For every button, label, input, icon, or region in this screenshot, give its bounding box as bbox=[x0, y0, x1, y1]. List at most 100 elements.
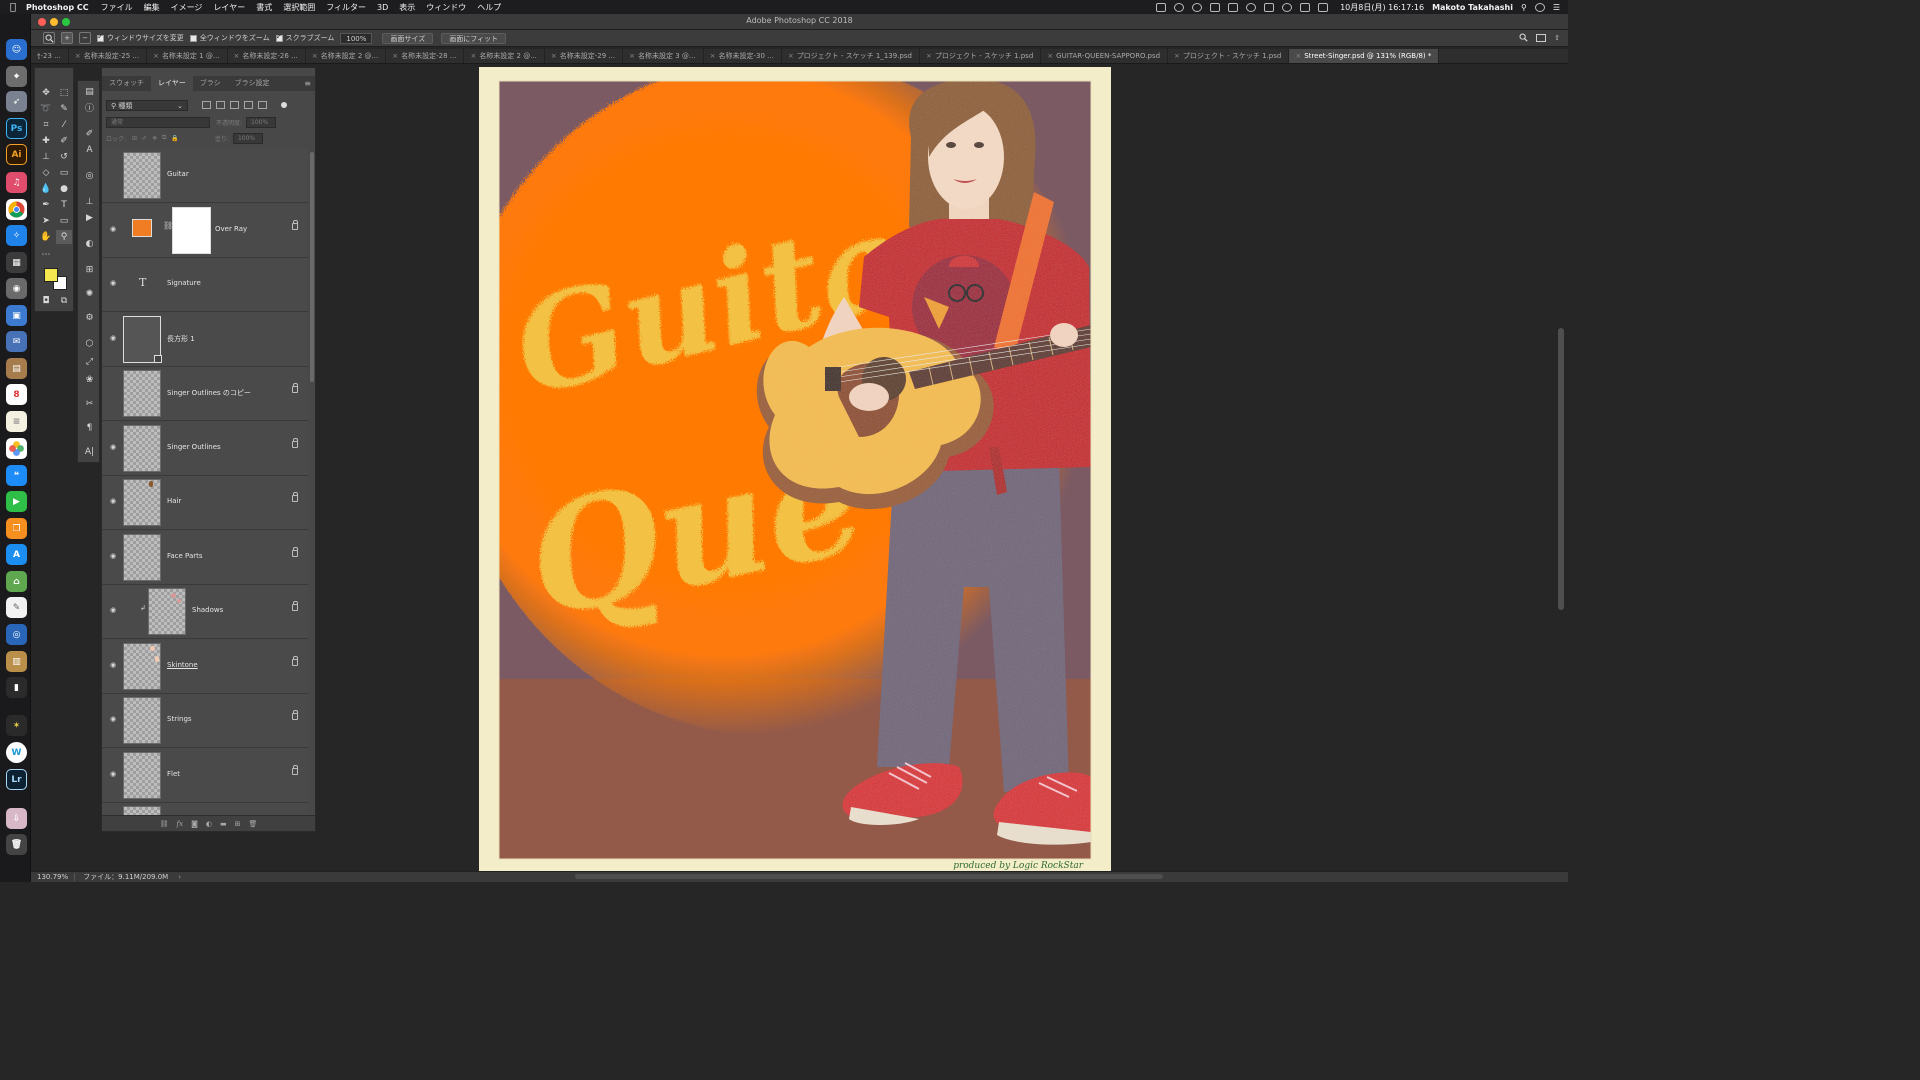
info-icon[interactable] bbox=[1192, 2, 1203, 12]
zoom-tool-icon[interactable]: ⚲ bbox=[56, 230, 72, 244]
layer-kind-select[interactable]: ⚲ 種類 ⌄ bbox=[106, 99, 188, 111]
document-tab[interactable]: × プロジェクト - スケッチ 1.psd bbox=[1168, 49, 1290, 63]
clone-source-icon[interactable]: ⊥ bbox=[83, 195, 96, 208]
bluetooth-icon[interactable] bbox=[1228, 2, 1239, 12]
eye-icon[interactable]: ◉ bbox=[108, 224, 118, 234]
adjustments-icon[interactable]: ◐ bbox=[83, 237, 96, 250]
resize-windows-option[interactable]: ウィンドウサイズを変更 bbox=[97, 32, 184, 43]
lock-artboard-icon[interactable]: ⧉ bbox=[162, 134, 166, 142]
finder-icon[interactable]: ☺ bbox=[6, 39, 27, 60]
layer-row-hair[interactable]: ◉ Hair bbox=[102, 476, 308, 530]
gradient-tool-icon[interactable]: ▭ bbox=[56, 166, 72, 180]
clone-stamp-tool-icon[interactable]: ⊥ bbox=[38, 150, 54, 164]
brightness-icon[interactable]: ✺ bbox=[83, 287, 96, 300]
eye-icon[interactable]: ◉ bbox=[108, 769, 118, 779]
layers-scrollbar[interactable] bbox=[310, 152, 314, 382]
channels-icon[interactable]: ⊞ bbox=[83, 263, 96, 276]
textedit-icon[interactable]: ✎ bbox=[6, 597, 27, 618]
document-tab[interactable]: × 名称未設定-26 ... bbox=[228, 49, 306, 63]
marquee-tool-icon[interactable]: ⬚ bbox=[56, 86, 72, 100]
trash-icon[interactable]: 🗑 bbox=[6, 834, 27, 855]
itunes-icon[interactable]: ♫ bbox=[6, 172, 27, 193]
maps-icon[interactable]: ⌂ bbox=[6, 571, 27, 592]
notes-icon[interactable]: ≡ bbox=[6, 411, 27, 432]
menu-image[interactable]: イメージ bbox=[171, 2, 203, 13]
styles-icon[interactable]: ❀ bbox=[83, 373, 96, 386]
document-tab[interactable]: × 名称未設定-29 ... bbox=[545, 49, 624, 63]
layer-row-rectangle-1[interactable]: ◉ 長方形 1 bbox=[102, 313, 308, 367]
layer-style-icon[interactable]: fx bbox=[177, 820, 184, 828]
zoom-value-field[interactable]: 100% bbox=[340, 32, 373, 44]
add-mask-icon[interactable]: ◙ bbox=[191, 820, 198, 828]
history-brush-tool-icon[interactable]: ↺ bbox=[56, 150, 72, 164]
siri-dock-icon[interactable]: ◎ bbox=[6, 624, 27, 645]
tab-swatches[interactable]: スウォッチ bbox=[102, 76, 151, 91]
final-cut-icon[interactable]: ▦ bbox=[6, 252, 27, 273]
messages-icon[interactable]: ❝ bbox=[6, 465, 27, 486]
fit-screen-button[interactable]: 画面サイズ bbox=[382, 32, 434, 44]
hand-tool-icon[interactable]: ✋ bbox=[38, 230, 54, 244]
layer-row-face-parts[interactable]: ◉ Face Parts bbox=[102, 531, 308, 585]
paragraph-icon[interactable]: ¶ bbox=[83, 421, 96, 434]
dodge-tool-icon[interactable]: ● bbox=[56, 182, 72, 196]
wunderlist-icon[interactable]: W bbox=[6, 742, 27, 763]
layer-row-singer-outlines[interactable]: ◉ Singer Outlines bbox=[102, 422, 308, 476]
menubar-clock[interactable]: 10月8日(月) 16:17:16 bbox=[1340, 2, 1424, 13]
document-tab[interactable]: × GUITAR-QUEEN-SAPPORO.psd bbox=[1041, 49, 1169, 63]
layer-row-strings[interactable]: ◉ Strings bbox=[102, 694, 308, 748]
layer-row-singer-outlines-copy[interactable]: Singer Outlines のコピー bbox=[102, 367, 308, 421]
zoom-in-icon[interactable]: + bbox=[61, 32, 73, 44]
canvas-horizontal-scrollbar[interactable] bbox=[575, 874, 1163, 879]
menu-filter[interactable]: フィルター bbox=[326, 2, 366, 13]
menu-view[interactable]: 表示 bbox=[399, 2, 415, 13]
eye-icon[interactable]: ◉ bbox=[108, 714, 118, 724]
menu-window[interactable]: ウィンドウ bbox=[426, 2, 466, 13]
quick-select-tool-icon[interactable]: ✎ bbox=[56, 102, 72, 116]
paths-panel-icon[interactable]: ◎ bbox=[83, 169, 96, 182]
launchpad-icon[interactable]: ⌖ bbox=[6, 66, 27, 87]
document-tab[interactable]: × 名称未設定-25 ... bbox=[69, 49, 148, 63]
apple-icon[interactable]:  bbox=[0, 2, 26, 13]
preview-icon[interactable]: ▣ bbox=[6, 305, 27, 326]
tab-layers[interactable]: レイヤー bbox=[151, 76, 193, 91]
terminal-icon[interactable]: ▮ bbox=[6, 677, 27, 698]
search-icon[interactable] bbox=[1519, 33, 1528, 44]
calendar-icon[interactable]: 8 bbox=[6, 384, 27, 405]
crop-tool-icon[interactable]: ⌗ bbox=[38, 118, 54, 132]
menu-type[interactable]: 書式 bbox=[256, 2, 272, 13]
document-tab[interactable]: × 名称未設定 2 @... bbox=[464, 49, 545, 63]
illustrator-dock-icon[interactable]: Ai bbox=[6, 144, 27, 165]
menu-3d[interactable]: 3D bbox=[377, 3, 388, 12]
archive-icon[interactable]: ▥ bbox=[6, 651, 27, 672]
layer-row-signature[interactable]: ◉ T Signature bbox=[102, 258, 308, 312]
filter-smart-object-icon[interactable] bbox=[258, 101, 267, 109]
eye-icon[interactable]: ◉ bbox=[108, 333, 118, 343]
document-tab[interactable]: × 名称未設定-30 ... bbox=[704, 49, 782, 63]
move-tool-icon[interactable]: ✥ bbox=[38, 86, 54, 100]
menubar-user[interactable]: Makoto Takahashi bbox=[1432, 3, 1513, 12]
brush-tool-icon[interactable]: ✐ bbox=[56, 134, 72, 148]
contacts-icon[interactable]: ▤ bbox=[6, 358, 27, 379]
close-tab-icon[interactable]: × bbox=[788, 52, 794, 60]
lightroom-dock-icon[interactable]: Lr bbox=[6, 769, 27, 790]
scrubby-zoom-checkbox[interactable] bbox=[275, 32, 283, 42]
layer-row-flet[interactable]: ◉ Flet bbox=[102, 749, 308, 803]
rectangle-tool-icon[interactable]: ▭ bbox=[56, 214, 72, 228]
zoom-out-icon[interactable]: − bbox=[79, 32, 91, 44]
tab-brushes[interactable]: ブラシ bbox=[193, 76, 228, 91]
document-tab[interactable]: × プロジェクト - スケッチ 1_139.psd bbox=[782, 49, 920, 63]
adjustment-layer-icon[interactable]: ◐ bbox=[206, 820, 212, 828]
eye-icon[interactable]: ◉ bbox=[108, 442, 118, 452]
close-tab-icon[interactable]: × bbox=[312, 52, 318, 60]
zoom-all-option[interactable]: 全ウィンドウをズーム bbox=[189, 33, 270, 43]
properties-icon[interactable]: ⚙ bbox=[83, 311, 96, 324]
more-tools-icon[interactable]: ⋯ bbox=[38, 248, 54, 262]
opacity-field[interactable]: 100% bbox=[246, 116, 277, 128]
document-tab[interactable]: × プロジェクト - スケッチ 1.psd bbox=[920, 49, 1042, 63]
close-tab-icon[interactable]: × bbox=[1174, 52, 1180, 60]
blend-mode-select[interactable]: 通常 bbox=[106, 116, 210, 128]
type-tool-icon[interactable]: T bbox=[56, 198, 72, 212]
notification-center-icon[interactable]: ☰ bbox=[1553, 3, 1560, 12]
document-tab[interactable]: × 名称未設定 1 @... bbox=[147, 49, 228, 63]
filter-shape-icon[interactable] bbox=[244, 101, 253, 109]
